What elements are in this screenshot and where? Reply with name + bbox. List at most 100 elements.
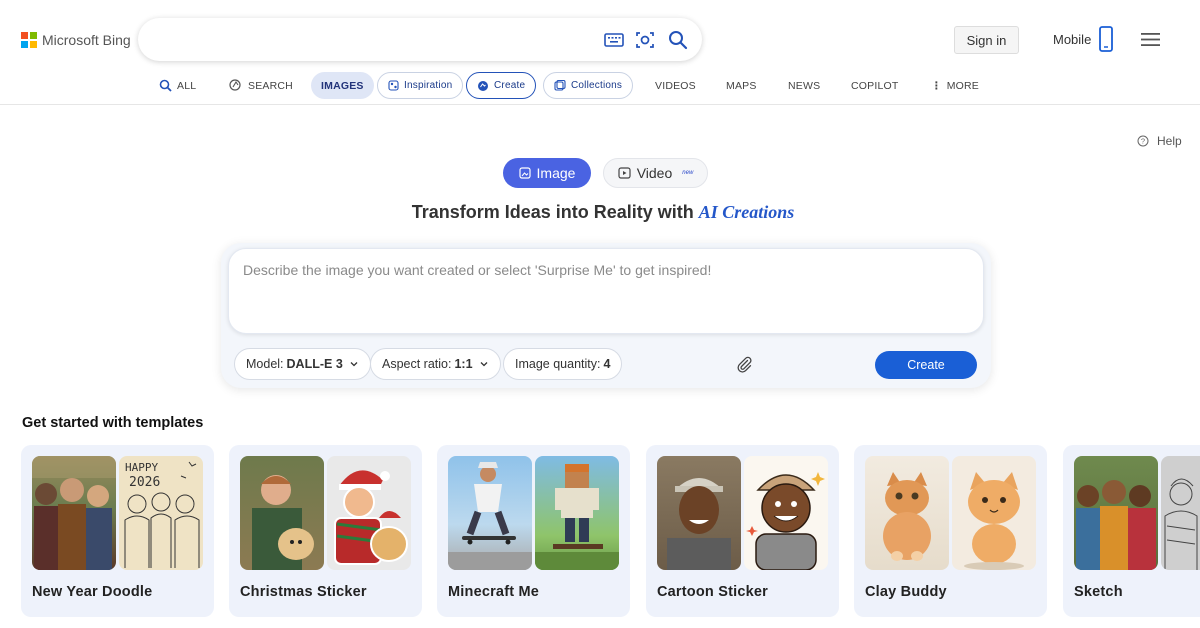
tab-more[interactable]: ⋮ MORE (931, 72, 979, 99)
tab-copilot[interactable]: COPILOT (851, 72, 899, 99)
minecraft-character-image (535, 464, 619, 570)
create-button[interactable]: Create (875, 351, 977, 379)
tab-all[interactable]: ALL (159, 72, 196, 99)
model-value: DALL-E 3 (286, 357, 343, 371)
visual-search-icon[interactable] (634, 29, 656, 51)
video-mode-label: Video (636, 165, 673, 181)
template-label: Christmas Sticker (240, 584, 367, 600)
nav-tabs: ALL SEARCH IMAGES Inspiration Create Col… (0, 72, 1200, 100)
image-mode-toggle[interactable]: Image (503, 158, 591, 188)
search-small-icon (159, 79, 172, 92)
header: Microsoft Bing Sign in Mobile ALL SEARCH… (0, 0, 1200, 105)
cartoon-sticker-image (746, 472, 825, 570)
attach-icon[interactable] (735, 355, 753, 373)
template-photo (1074, 456, 1158, 570)
tab-collections[interactable]: Collections (543, 72, 634, 99)
aspect-ratio-select[interactable]: Aspect ratio: 1:1 (370, 348, 501, 380)
template-clay (952, 456, 1036, 570)
collections-icon (554, 80, 566, 91)
page-headline: Transform Ideas into Reality with AI Cre… (0, 202, 1200, 223)
image-mode-label: Image (536, 165, 576, 181)
microsoft-logo-icon (21, 32, 37, 48)
svg-text:?: ? (1141, 137, 1145, 146)
aspect-label: Aspect ratio: (382, 357, 452, 371)
phone-icon (1099, 26, 1114, 52)
tab-search-label: SEARCH (248, 79, 293, 92)
prompt-placeholder: Describe the image you want created or s… (243, 262, 712, 278)
tab-news[interactable]: NEWS (788, 72, 820, 99)
keyboard-icon[interactable] (603, 29, 625, 51)
kitten-photo-image (883, 472, 931, 561)
christmas-sticker-image (334, 470, 408, 565)
chevron-down-icon (350, 362, 358, 367)
tab-search[interactable]: SEARCH (229, 72, 293, 99)
mobile-link[interactable]: Mobile (1053, 26, 1114, 52)
template-photo (240, 456, 324, 570)
logo-text: Microsoft Bing (42, 32, 131, 48)
skateboarder-photo-image (448, 462, 532, 570)
mobile-label: Mobile (1053, 31, 1092, 47)
template-card[interactable]: HAPPY 2026 New Year Doodle (21, 445, 214, 617)
tab-images-label: IMAGES (321, 79, 364, 92)
template-sticker (327, 456, 411, 570)
help-label: Help (1157, 134, 1182, 148)
aspect-value: 1:1 (454, 357, 473, 371)
more-dots-icon: ⋮ (931, 79, 942, 92)
man-portrait-image (667, 478, 731, 570)
headline-accent: AI Creations (698, 202, 795, 222)
tab-images[interactable]: IMAGES (311, 72, 374, 99)
tab-create[interactable]: Create (466, 72, 537, 99)
template-label: Clay Buddy (865, 584, 947, 600)
video-mode-toggle[interactable]: Video new (603, 158, 708, 188)
tab-create-label: Create (494, 80, 526, 91)
model-label: Model: (246, 357, 284, 371)
template-label: New Year Doodle (32, 584, 153, 600)
tab-inspiration-label: Inspiration (404, 80, 453, 91)
sign-in-button[interactable]: Sign in (954, 26, 1019, 54)
template-label: Sketch (1074, 584, 1123, 600)
search-icon[interactable] (667, 29, 689, 51)
template-card[interactable]: Sketch (1063, 445, 1200, 617)
tab-videos[interactable]: VIDEOS (655, 72, 696, 99)
model-select[interactable]: Model: DALL-E 3 (234, 348, 371, 380)
tab-copilot-label: COPILOT (851, 79, 899, 92)
template-photo (32, 456, 116, 570)
template-minecraft (535, 456, 619, 570)
doodle-image: HAPPY 2026 (124, 461, 200, 568)
tab-videos-label: VIDEOS (655, 79, 696, 92)
template-card[interactable]: Cartoon Sticker (646, 445, 839, 617)
templates-heading: Get started with templates (22, 415, 204, 431)
template-label: Minecraft Me (448, 584, 540, 600)
tab-all-label: ALL (177, 79, 197, 92)
svg-text:HAPPY: HAPPY (125, 461, 158, 474)
new-badge: new (682, 170, 694, 176)
tab-inspiration[interactable]: Inspiration (377, 72, 464, 99)
clay-cat-image (964, 472, 1024, 570)
prompt-input[interactable]: Describe the image you want created or s… (228, 248, 984, 334)
template-card[interactable]: Christmas Sticker (229, 445, 422, 617)
search-input[interactable] (138, 18, 702, 61)
menu-icon[interactable] (1141, 32, 1160, 47)
tab-more-label: MORE (946, 79, 980, 92)
image-icon (518, 167, 531, 179)
help-link[interactable]: ? Help (1137, 134, 1182, 148)
tab-news-label: NEWS (788, 79, 821, 92)
template-photo (448, 456, 532, 570)
pencil-sketch-image (1164, 478, 1198, 570)
tab-collections-label: Collections (571, 80, 623, 91)
template-card[interactable]: Minecraft Me (437, 445, 630, 617)
video-icon (618, 167, 631, 179)
tab-maps[interactable]: MAPS (726, 72, 757, 99)
bing-logo[interactable]: Microsoft Bing (21, 32, 131, 48)
template-cartoon (744, 456, 828, 570)
template-card[interactable]: Clay Buddy (854, 445, 1047, 617)
template-doodle: HAPPY 2026 (119, 456, 203, 570)
group-photo-image (1076, 480, 1156, 570)
headline-main: Transform Ideas into Reality with (411, 202, 694, 222)
template-photo (865, 456, 949, 570)
template-sketch (1161, 456, 1200, 570)
prompt-card: Describe the image you want created or s… (221, 243, 991, 388)
create-icon (478, 80, 488, 91)
image-quantity-select[interactable]: Image quantity: 4 (503, 348, 623, 380)
man-with-dog-image (252, 475, 314, 570)
